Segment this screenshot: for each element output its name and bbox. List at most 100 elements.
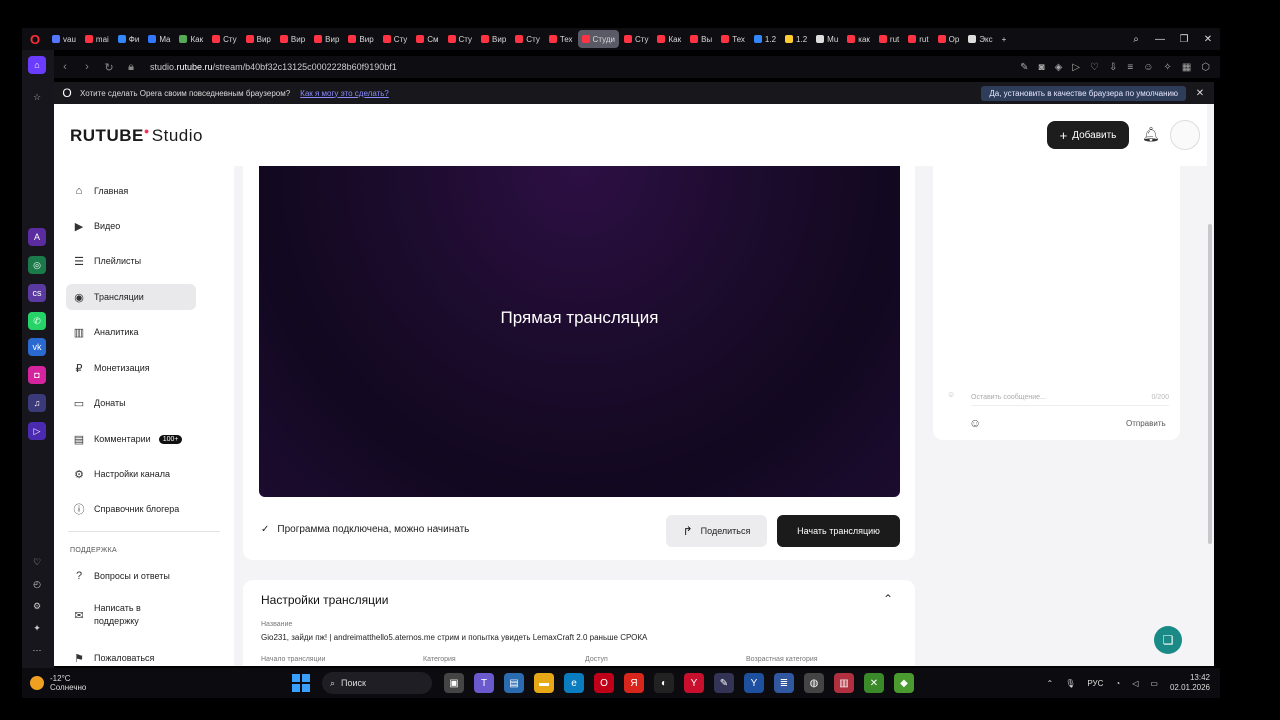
share-button[interactable]: ↱ Поделиться [666, 515, 767, 547]
sidebar-item[interactable]: ₽ Монетизация [66, 355, 196, 381]
support-chat-icon[interactable]: ❏ [1154, 626, 1182, 654]
aria-icon[interactable]: A [28, 228, 46, 246]
app-opera-icon[interactable]: O [594, 673, 614, 693]
browser-tab[interactable]: Вир [477, 30, 510, 48]
browser-tab[interactable]: mai [81, 30, 113, 48]
browser-tab[interactable]: Вир [242, 30, 275, 48]
settings-gear-icon[interactable]: ⚙ [28, 597, 46, 615]
tips-icon[interactable]: ✦ [28, 619, 46, 637]
weather-widget[interactable]: -12°C Солнечно [22, 674, 222, 692]
browser-tab[interactable]: 1.2 [781, 30, 811, 48]
app-minecraft-icon[interactable]: ◆ [894, 673, 914, 693]
scrollbar-thumb[interactable] [1208, 224, 1212, 544]
app-docs-icon[interactable]: ≣ [774, 673, 794, 693]
search-tabs-icon[interactable]: ⌕ [1124, 34, 1148, 45]
battery-icon[interactable]: ▭ [1150, 679, 1158, 688]
cube-icon[interactable]: ⬡ [1201, 62, 1210, 73]
edit-icon[interactable]: ✎ [1020, 62, 1028, 73]
page-scrollbar[interactable] [1207, 104, 1214, 666]
browser-tab[interactable]: Вир [344, 30, 377, 48]
new-tab-icon[interactable]: + [998, 30, 1011, 48]
browser-tab[interactable]: Сту [511, 30, 544, 48]
chat-send-button[interactable]: Отправить [1126, 419, 1166, 428]
support-item[interactable]: ? Вопросы и ответы [66, 563, 196, 589]
back-icon[interactable]: ‹ [54, 61, 76, 73]
app-notes-icon[interactable]: ▥ [834, 673, 854, 693]
notifications-bell-icon[interactable]: 🔔︎ [1142, 126, 1160, 143]
default-howto-link[interactable]: Как я могу это сделать? [300, 89, 389, 98]
app-store-icon[interactable]: ▤ [504, 673, 524, 693]
app-chrome-icon[interactable]: ◍ [804, 673, 824, 693]
tray-language[interactable]: РУС [1087, 679, 1103, 688]
heart-bookmark-icon[interactable]: ♡ [1090, 62, 1099, 73]
sidebar-item[interactable]: ⌂ Главная [66, 178, 196, 204]
home-icon[interactable]: ⌂ [28, 56, 46, 74]
history-icon[interactable]: ◴ [28, 575, 46, 593]
chat-message-input[interactable]: Оставить сообщение... 0/200 [971, 390, 1169, 406]
browser-tab[interactable]: Тех [717, 30, 749, 48]
app-xbox-icon[interactable]: ✕ [864, 673, 884, 693]
url-field[interactable]: studio.rutube.ru/stream/b40bf32c13125c00… [150, 62, 397, 72]
extension-icon[interactable]: ✧ [1163, 62, 1171, 73]
profile-icon[interactable]: ☺ [1143, 62, 1153, 73]
bookmarks-icon[interactable]: ☆ [28, 88, 46, 106]
sidebar-item[interactable]: ◉ Трансляции [66, 284, 196, 310]
heart-icon[interactable]: ♡ [28, 553, 46, 571]
browser-tab[interactable]: rut [875, 30, 903, 48]
browser-tab[interactable]: Вы [686, 30, 716, 48]
browser-tab[interactable]: Mu [812, 30, 842, 48]
minimize-icon[interactable]: — [1148, 34, 1172, 45]
browser-tab[interactable]: Op [934, 30, 964, 48]
download-icon[interactable]: ⇩ [1109, 62, 1117, 73]
sidebar-item[interactable]: ▥ Аналитика [66, 319, 196, 345]
restore-icon[interactable]: ❐ [1172, 34, 1196, 45]
browser-tab[interactable]: Сту [444, 30, 477, 48]
lock-icon[interactable]: 🔒︎ [120, 61, 142, 74]
browser-tab[interactable]: Экс [964, 30, 996, 48]
app-teams-icon[interactable]: T [474, 673, 494, 693]
sidebar-item[interactable]: ⚙ Настройки канала [66, 461, 196, 487]
browser-tab[interactable]: Как [175, 30, 207, 48]
stream-name-value[interactable]: Gio231, зайди пж! | andreimatthello5.ate… [261, 633, 647, 642]
browser-tab[interactable]: 1.2 [750, 30, 780, 48]
sidebar-item[interactable]: ▭ Донаты [66, 390, 196, 416]
app-yandex-icon[interactable]: Я [624, 673, 644, 693]
sidebar-item[interactable]: ⓘ Справочник блогера [66, 496, 196, 522]
emoji-icon[interactable]: ☺ [969, 416, 981, 430]
browser-tab[interactable]: Ma [144, 30, 174, 48]
app-explorer-icon[interactable]: ▬ [534, 673, 554, 693]
wifi-icon[interactable]: ◔ [1115, 679, 1120, 688]
player-icon[interactable]: ▷ [28, 422, 46, 440]
sidebar-item[interactable]: ▤ Комментарии 100+ [66, 426, 196, 452]
stream-player[interactable]: Прямая трансляция [259, 166, 900, 497]
browser-tab[interactable]: Вир [276, 30, 309, 48]
volume-icon[interactable]: ◁ [1132, 679, 1138, 688]
app-yandex2-icon[interactable]: Y [744, 673, 764, 693]
cs-icon[interactable]: cs [28, 284, 46, 302]
instagram-icon[interactable]: ◘ [28, 366, 46, 384]
browser-tab[interactable]: vau [48, 30, 80, 48]
shield-icon[interactable]: ◈ [1055, 62, 1063, 73]
app-editor-icon[interactable]: ✎ [714, 673, 734, 693]
opera-logo-icon[interactable]: O [22, 28, 48, 50]
avatar[interactable] [1170, 120, 1200, 150]
taskbar-search[interactable]: ⌕ Поиск [322, 672, 432, 694]
more-icon[interactable]: ⋯ [28, 641, 46, 659]
app-edge-icon[interactable]: e [564, 673, 584, 693]
tray-mic-icon[interactable]: 🎙︎ [1065, 679, 1075, 688]
support-item[interactable]: ✉ Написать в поддержку [66, 598, 176, 632]
sidebar-item[interactable]: ▶ Видео [66, 213, 196, 239]
sidebar-item[interactable]: ☰ Плейлисты [66, 248, 196, 274]
browser-tab[interactable]: Сту [208, 30, 241, 48]
close-window-icon[interactable]: ✕ [1196, 34, 1220, 45]
windows-start-icon[interactable] [292, 674, 310, 692]
start-stream-button[interactable]: Начать трансляцию [777, 515, 900, 547]
tray-arrow-icon[interactable]: ⌃ [1047, 679, 1054, 688]
chatgpt-icon[interactable]: ◎ [28, 256, 46, 274]
taskbar-clock[interactable]: 13:42 02.01.2026 [1170, 673, 1210, 693]
rutube-studio-logo[interactable]: RUTUBE● Studio [70, 126, 203, 146]
app-taskview-icon[interactable]: ▣ [444, 673, 464, 693]
browser-tab[interactable]: Вир [310, 30, 343, 48]
browser-tab[interactable]: Тех [545, 30, 577, 48]
browser-tab[interactable]: rut [904, 30, 932, 48]
